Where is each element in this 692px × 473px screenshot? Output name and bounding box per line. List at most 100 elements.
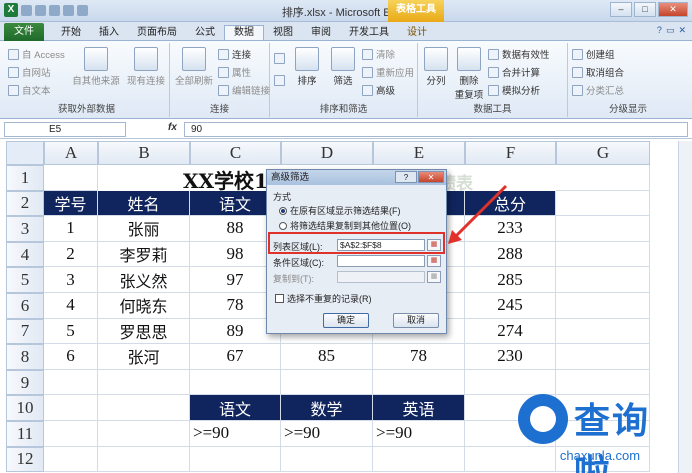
row-header-5[interactable]: 5 <box>6 267 44 293</box>
cell-d11[interactable]: >=90 <box>281 421 373 447</box>
refresh-all-button[interactable]: 全部刷新 <box>172 47 216 87</box>
cell-a5[interactable]: 3 <box>44 267 98 293</box>
dialog-close-button[interactable]: ✕ <box>418 171 444 183</box>
cell-g6[interactable] <box>556 293 650 319</box>
cell-d12[interactable] <box>281 446 373 473</box>
column-header-e[interactable]: E <box>373 141 465 165</box>
cell-c10[interactable]: 语文 <box>190 395 281 421</box>
cell-b3[interactable]: 张丽 <box>98 216 190 242</box>
sort-asc-button[interactable] <box>274 53 285 64</box>
remove-duplicates-button[interactable]: 删除 重复项 <box>452 47 486 101</box>
tab-view[interactable]: 视图 <box>264 25 302 40</box>
sort-button[interactable]: 排序 <box>290 47 324 87</box>
cell-f6[interactable]: 245 <box>465 293 556 319</box>
cell-f4[interactable]: 288 <box>465 241 556 268</box>
cell-c9[interactable] <box>190 369 281 396</box>
select-all-corner[interactable] <box>6 141 44 165</box>
reapply-button[interactable]: 重新应用 <box>362 65 414 79</box>
consolidate-button[interactable]: 合并计算 <box>488 65 540 79</box>
tab-insert[interactable]: 插入 <box>90 25 128 40</box>
other-sources-button[interactable]: 自其他来源 <box>70 47 122 87</box>
cell-b11[interactable] <box>98 421 190 447</box>
advanced-filter-button[interactable]: 高级 <box>362 83 395 97</box>
ribbon-minimize-icon[interactable]: ▭ <box>666 25 675 36</box>
range-picker-icon[interactable]: ▦ <box>427 255 441 267</box>
column-header-b[interactable]: B <box>98 141 190 165</box>
cell-a8[interactable]: 6 <box>44 344 98 370</box>
cell-g5[interactable] <box>556 267 650 293</box>
tab-page-layout[interactable]: 页面布局 <box>128 25 186 40</box>
cell-b12[interactable] <box>98 446 190 473</box>
sort-desc-button[interactable] <box>274 75 285 86</box>
ok-button[interactable]: 确定 <box>323 313 369 328</box>
cell-a3[interactable]: 1 <box>44 216 98 242</box>
cell-g8[interactable] <box>556 344 650 370</box>
cell-d9[interactable] <box>281 369 373 396</box>
range-picker-icon[interactable]: ▦ <box>427 271 441 283</box>
cell-b9[interactable] <box>98 369 190 396</box>
row-header-2[interactable]: 2 <box>6 190 44 217</box>
cell-f3[interactable]: 233 <box>465 216 556 242</box>
cell-g7[interactable] <box>556 318 650 345</box>
unique-records-checkbox[interactable]: 选择不重复的记录(R) <box>275 292 372 305</box>
help-button[interactable]: ? <box>395 171 417 183</box>
column-header-f[interactable]: F <box>465 141 556 165</box>
minimize-button[interactable]: – <box>610 2 632 17</box>
row-header-7[interactable]: 7 <box>6 318 44 345</box>
tab-data[interactable]: 数据 <box>224 25 264 40</box>
row-header-12[interactable]: 12 <box>6 446 44 473</box>
column-header-g[interactable]: G <box>556 141 650 165</box>
group-button[interactable]: 创建组 <box>572 47 615 61</box>
radio-selected-icon[interactable] <box>279 207 287 215</box>
cell-a10[interactable] <box>44 395 98 421</box>
row-header-8[interactable]: 8 <box>6 344 44 370</box>
cell-e10[interactable]: 英语 <box>373 395 465 421</box>
cell-a7[interactable]: 5 <box>44 318 98 345</box>
insert-function-icon[interactable]: fx <box>168 122 177 133</box>
ungroup-button[interactable]: 取消组合 <box>572 65 624 79</box>
cell-e12[interactable] <box>373 446 465 473</box>
option-in-place[interactable]: 在原有区域显示筛选结果(F) <box>279 204 401 217</box>
row-header-10[interactable]: 10 <box>6 395 44 421</box>
row-header-11[interactable]: 11 <box>6 421 44 447</box>
close-button[interactable]: ✕ <box>658 2 688 17</box>
formula-input[interactable]: 90 <box>184 122 688 137</box>
properties-button[interactable]: 属性 <box>218 65 251 79</box>
tab-review[interactable]: 审阅 <box>302 25 340 40</box>
subtotal-button[interactable]: 分类汇总 <box>572 83 624 97</box>
cell-b4[interactable]: 李罗莉 <box>98 241 190 268</box>
cell-a9[interactable] <box>44 369 98 396</box>
cell-f5[interactable]: 285 <box>465 267 556 293</box>
cell-f7[interactable]: 274 <box>465 318 556 345</box>
option-copy[interactable]: 将筛选结果复制到其他位置(O) <box>279 219 411 232</box>
cell-b2[interactable]: 姓名 <box>98 190 190 217</box>
ribbon-close-icon[interactable]: ✕ <box>678 25 686 36</box>
cell-g1[interactable] <box>556 165 650 191</box>
row-header-3[interactable]: 3 <box>6 216 44 242</box>
tab-developer[interactable]: 开发工具 <box>340 25 398 40</box>
row-header-6[interactable]: 6 <box>6 293 44 319</box>
cell-c8[interactable]: 67 <box>190 344 281 370</box>
cell-g3[interactable] <box>556 216 650 242</box>
criteria-range-input[interactable] <box>337 255 425 267</box>
clear-button[interactable]: 清除 <box>362 47 395 61</box>
cell-a1[interactable] <box>44 165 98 191</box>
data-validation-button[interactable]: 数据有效性 <box>488 47 550 61</box>
from-text-button[interactable]: 自文本 <box>8 83 51 97</box>
cell-a11[interactable] <box>44 421 98 447</box>
cell-e9[interactable] <box>373 369 465 396</box>
cell-f2[interactable]: 总分 <box>465 190 556 217</box>
cell-b8[interactable]: 张河 <box>98 344 190 370</box>
connections-button[interactable]: 连接 <box>218 47 251 61</box>
cell-c11[interactable]: >=90 <box>190 421 281 447</box>
edit-links-button[interactable]: 编辑链接 <box>218 83 270 97</box>
help-icon[interactable]: ? <box>657 25 662 36</box>
cell-b6[interactable]: 何晓东 <box>98 293 190 319</box>
cell-a12[interactable] <box>44 446 98 473</box>
existing-connections-button[interactable]: 现有连接 <box>124 47 168 87</box>
name-box[interactable]: E5 <box>4 122 126 137</box>
text-to-columns-button[interactable]: 分列 <box>420 47 452 87</box>
checkbox-icon[interactable] <box>275 294 284 303</box>
cell-b7[interactable]: 罗思思 <box>98 318 190 345</box>
from-web-button[interactable]: 自网站 <box>8 65 51 79</box>
